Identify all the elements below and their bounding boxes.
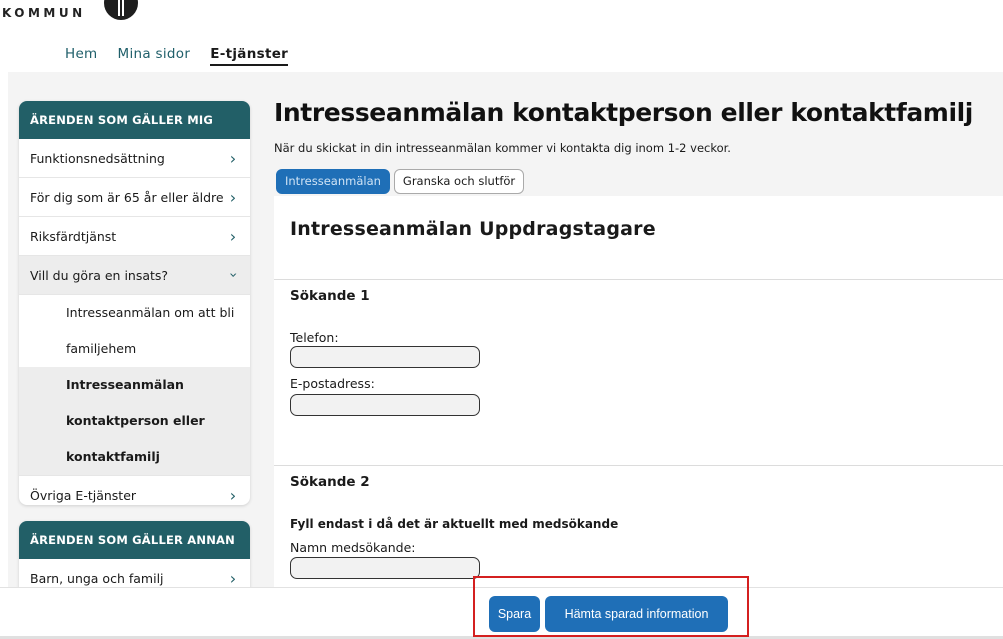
sidebar-subitem-familjehem[interactable]: Intresseanmälan om att bli familjehem <box>19 295 250 367</box>
nav-link-e-tjanster[interactable]: E-tjänster <box>210 46 289 66</box>
nav-link-mina-sidor[interactable]: Mina sidor <box>118 46 191 66</box>
divider <box>274 279 1003 280</box>
sidebar-subitem-line: kontaktfamilj <box>66 449 160 464</box>
section-heading-sokande-1: Sökande 1 <box>290 288 370 304</box>
sidebar-item-funktionsnedsattning[interactable]: Funktionsnedsättning › <box>19 139 250 178</box>
step-intresseanmalan[interactable]: Intresseanmälan <box>276 169 390 194</box>
telefon-label: Telefon: <box>290 330 339 345</box>
page-title: Intresseanmälan kontaktperson eller kont… <box>274 98 973 127</box>
sidebar-section-my-cases: ÄRENDEN SOM GÄLLER MIG Funktionsnedsättn… <box>19 101 250 505</box>
chevron-right-icon: › <box>229 569 237 588</box>
sidebar-subitem-line: Intresseanmälan <box>66 377 184 392</box>
form-steps: Intresseanmälan Granska och slutför <box>276 169 525 194</box>
sidebar-item-label: Riksfärdtjänst <box>30 228 117 244</box>
sidebar-item-65-ar[interactable]: För dig som är 65 år eller äldre › <box>19 178 250 217</box>
chevron-right-icon: › <box>229 187 237 207</box>
sidebar-item-riksfardtjanst[interactable]: Riksfärdtjänst › <box>19 217 250 256</box>
section-heading-sokande-2: Sökande 2 <box>290 474 370 490</box>
sidebar-heading: ÄRENDEN SOM GÄLLER ANNAN <box>19 521 250 559</box>
chevron-down-icon: › <box>225 272 241 278</box>
sidebar-item-label: Vill du göra en insats? <box>30 267 169 283</box>
save-button[interactable]: Spara <box>489 596 540 632</box>
sidebar-item-label: För dig som är 65 år eller äldre <box>30 189 224 205</box>
chevron-right-icon: › <box>229 226 237 246</box>
namn-medsokande-input[interactable] <box>290 557 480 579</box>
logo[interactable]: KOMMUN <box>0 0 200 24</box>
logo-emblem-icon <box>104 0 138 20</box>
telefon-input[interactable] <box>290 346 480 368</box>
namn-medsokande-label: Namn medsökande: <box>290 540 416 555</box>
epost-label: E-postadress: <box>290 376 375 391</box>
divider <box>274 465 1003 466</box>
sidebar-subitem-line: Intresseanmälan om att bli <box>66 305 235 320</box>
epost-input[interactable] <box>290 394 480 416</box>
form-panel: Intresseanmälan Uppdragstagare Sökande 1… <box>274 196 1003 587</box>
nav-link-hem[interactable]: Hem <box>65 46 98 66</box>
sidebar-item-label: Barn, unga och familj <box>30 571 164 586</box>
sidebar-item-label: Övriga E-tjänster <box>30 487 137 503</box>
top-navigation: Hem Mina sidor E-tjänster <box>65 46 308 66</box>
sidebar-item-label: Funktionsnedsättning <box>30 150 165 166</box>
chevron-right-icon: › <box>229 485 237 505</box>
sidebar-subitem-line: familjehem <box>66 341 137 356</box>
chevron-right-icon: › <box>229 148 237 168</box>
step-granska-och-slutfor[interactable]: Granska och slutför <box>393 169 525 194</box>
sidebar-subitem-line: kontaktperson eller <box>66 413 205 428</box>
sidebar-subitem-kontaktperson[interactable]: Intresseanmälan kontaktperson eller kont… <box>19 367 250 475</box>
logo-text: KOMMUN <box>2 6 86 20</box>
sidebar-heading: ÄRENDEN SOM GÄLLER MIG <box>19 101 250 139</box>
form-title: Intresseanmälan Uppdragstagare <box>290 218 656 240</box>
intro-text: När du skickat in din intresseanmälan ko… <box>274 141 731 155</box>
section-hint: Fyll endast i då det är aktuellt med med… <box>290 517 619 531</box>
fetch-saved-button[interactable]: Hämta sparad information <box>545 596 728 632</box>
sidebar-item-gora-insats[interactable]: Vill du göra en insats? › <box>19 256 250 295</box>
sidebar-item-ovriga-e-tjanster[interactable]: Övriga E-tjänster › <box>19 475 250 505</box>
